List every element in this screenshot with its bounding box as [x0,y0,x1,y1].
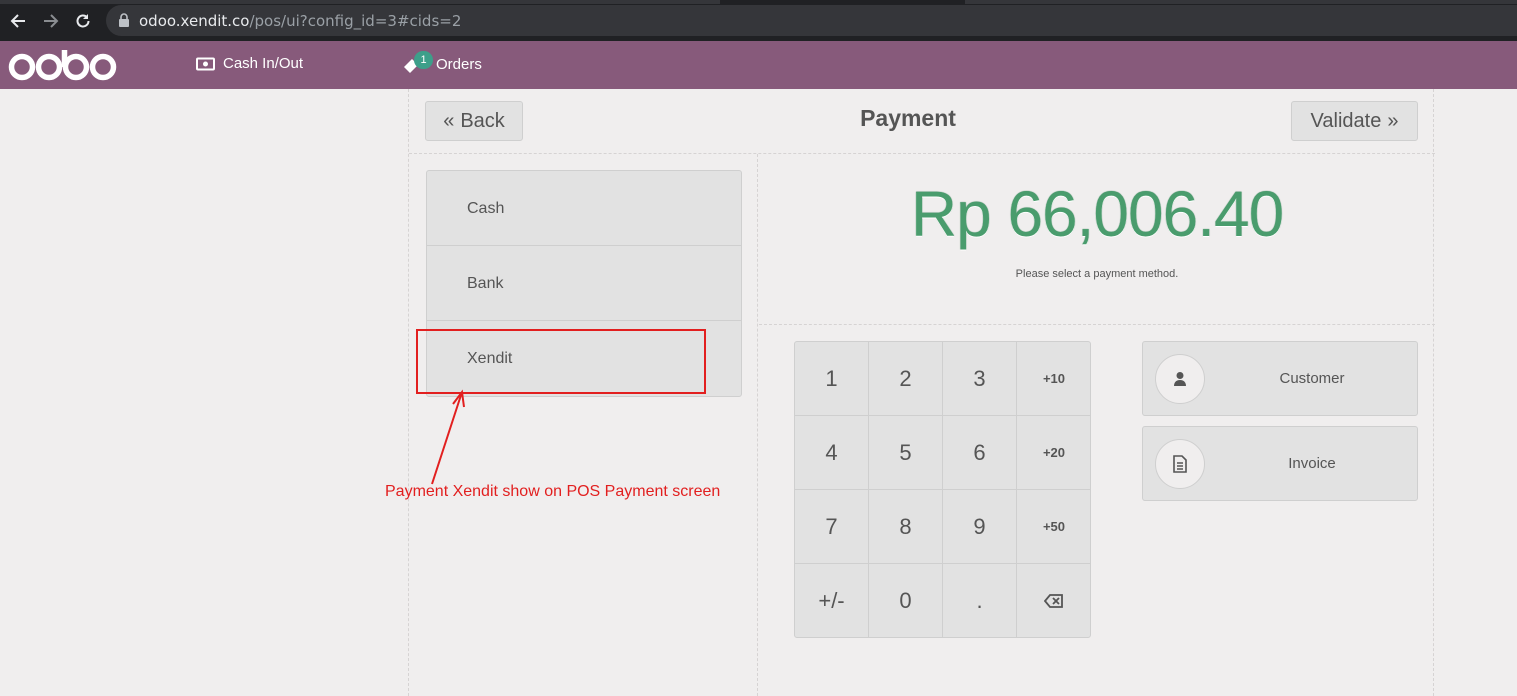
cash-in-out-button[interactable]: Cash In/Out [196,55,303,72]
lock-icon [119,13,129,27]
odoo-logo[interactable] [8,47,120,83]
money-icon [196,57,215,70]
user-icon [1155,354,1205,404]
payment-top-bar: « Back Payment Validate » [409,89,1435,154]
numpad-key-3[interactable]: 3 [943,342,1017,416]
document-icon [1155,439,1205,489]
numpad-key-8[interactable]: 8 [869,490,943,564]
cash-in-out-label: Cash In/Out [223,55,304,72]
payment-method-bank[interactable]: Bank [427,246,741,321]
pos-header: Cash In/Out Orders 1 [0,41,1517,89]
numpad-key-decimal[interactable]: . [943,564,1017,637]
numpad-key-plus20[interactable]: +20 [1017,416,1090,490]
total-amount: Rp 66,006.40 [910,178,1284,250]
validate-button[interactable]: Validate » [1291,101,1418,141]
numpad-key-7[interactable]: 7 [795,490,869,564]
numpad-key-0[interactable]: 0 [869,564,943,637]
back-arrow-icon[interactable] [7,10,29,32]
annotation-arrow [431,389,465,485]
numpad-key-plus50[interactable]: +50 [1017,490,1090,564]
validate-label: Validate [1310,109,1382,132]
forward-arrow-icon[interactable] [40,10,62,32]
url-text: odoo.xendit.co/pos/ui?config_id=3#cids=2 [139,12,462,30]
payment-hint: Please select a payment method. [1015,268,1179,280]
numpad-key-sign[interactable]: +/- [795,564,869,637]
numpad-key-1[interactable]: 1 [795,342,869,416]
tab-strip [0,0,1517,4]
invoice-button[interactable]: Invoice [1142,426,1418,501]
orders-count-badge: 1 [414,51,433,69]
active-tab-hint [720,0,965,4]
numpad-key-plus10[interactable]: +10 [1017,342,1090,416]
invoice-label: Invoice [1288,455,1336,472]
numpad-key-9[interactable]: 9 [943,490,1017,564]
payment-method-cash[interactable]: Cash [427,171,741,246]
browser-toolbar: odoo.xendit.co/pos/ui?config_id=3#cids=2 [0,0,1517,41]
numpad: 1 2 3 +10 4 5 6 +20 7 8 9 +50 +/- 0 . [794,341,1091,638]
page-title: Payment [860,105,956,131]
numpad-key-4[interactable]: 4 [795,416,869,490]
numpad-key-5[interactable]: 5 [869,416,943,490]
xendit-highlight-box [416,329,706,394]
numpad-key-backspace[interactable] [1017,564,1090,637]
customer-label: Customer [1279,370,1345,387]
backspace-icon [1044,594,1063,608]
reload-icon[interactable] [72,10,94,32]
numpad-key-6[interactable]: 6 [943,416,1017,490]
numpad-key-2[interactable]: 2 [869,342,943,416]
double-chevron-right-icon: » [1387,109,1399,132]
address-bar[interactable]: odoo.xendit.co/pos/ui?config_id=3#cids=2 [106,5,1517,36]
customer-button[interactable]: Customer [1142,341,1418,416]
annotation-text: Payment Xendit show on POS Payment scree… [385,483,721,500]
orders-label: Orders [436,55,482,73]
